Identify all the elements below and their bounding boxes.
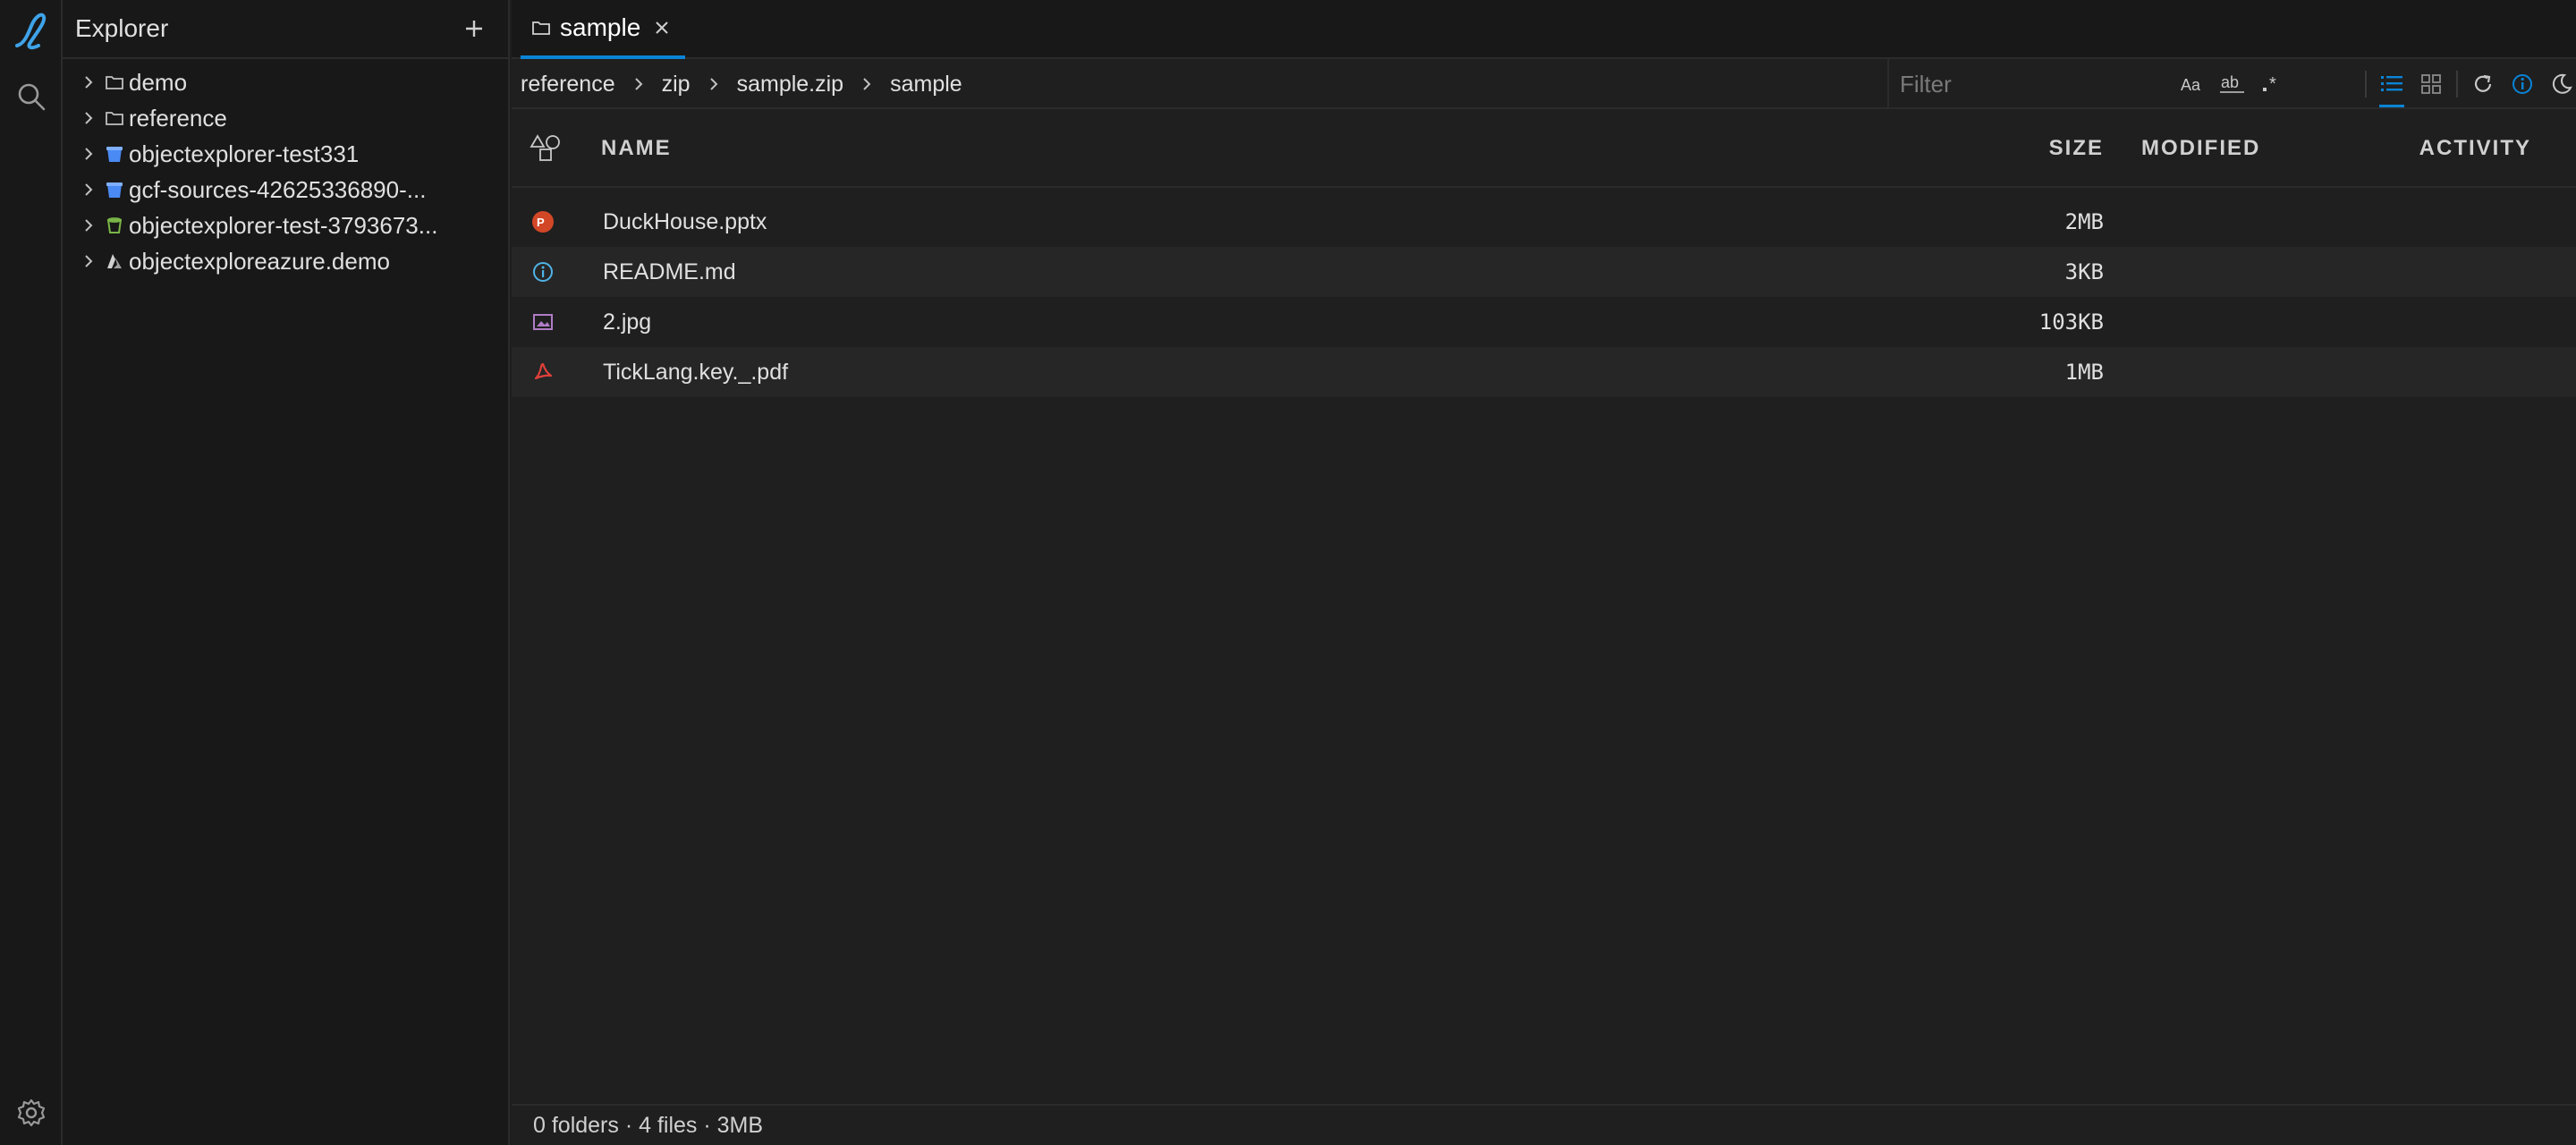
status-bar: 0 folders · 4 files · 3MB (512, 1104, 2576, 1145)
chevron-right-icon (628, 73, 649, 95)
settings-gear-icon[interactable] (0, 1084, 63, 1141)
list-view-icon[interactable] (2372, 64, 2411, 107)
view-options (2360, 59, 2576, 109)
gcs-bucket-icon (104, 143, 125, 165)
table-header: NAME SIZE MODIFIED ACTIVITY (512, 109, 2576, 188)
toolbar-divider (2456, 71, 2458, 98)
folder-icon (104, 107, 125, 129)
main-panel: sample reference zip sample.zip sample A… (512, 0, 2576, 1145)
tree-item-reference[interactable]: reference (63, 100, 508, 136)
regex-icon[interactable]: * (2252, 64, 2292, 104)
tab-sample[interactable]: sample (521, 0, 686, 59)
chevron-right-icon[interactable] (79, 251, 98, 271)
breadcrumb-item[interactable]: sample.zip (737, 72, 844, 98)
file-name: DuckHouse.pptx (603, 208, 767, 234)
column-header-name[interactable]: NAME (601, 109, 672, 188)
breadcrumb: reference zip sample.zip sample (521, 59, 962, 109)
chevron-right-icon (856, 73, 877, 95)
toolbar-divider (2365, 71, 2367, 98)
chevron-right-icon[interactable] (79, 72, 98, 92)
column-header-activity[interactable]: ACTIVITY (2211, 109, 2531, 188)
pdf-icon (530, 347, 556, 397)
table-row[interactable]: P DuckHouse.pptx 2MB (512, 197, 2576, 247)
chevron-right-icon (703, 73, 724, 95)
svg-text:*: * (2269, 74, 2276, 94)
s3-bucket-icon (104, 215, 125, 236)
info-icon[interactable] (2503, 64, 2542, 104)
column-header-modified[interactable]: MODIFIED (1819, 109, 2267, 188)
breadcrumb-item[interactable]: reference (521, 72, 615, 98)
tab-label: sample (560, 13, 641, 41)
tree-item-label: gcf-sources-42625336890-... (129, 175, 427, 203)
svg-text:ab: ab (2221, 73, 2239, 91)
filter-options: Aa ab * (2174, 59, 2292, 109)
file-name: TickLang.key._.pdf (603, 359, 789, 385)
folder-icon (104, 72, 125, 93)
gcs-bucket-icon (104, 179, 125, 200)
table-row[interactable]: TickLang.key._.pdf 1MB (512, 347, 2576, 397)
tree-item-demo[interactable]: demo (63, 64, 508, 100)
sidebar-header: Explorer (63, 0, 508, 59)
tree-item-label: demo (129, 68, 188, 96)
filter-box (1887, 59, 2150, 109)
explorer-tree: demo reference objectexplorer-test331 gc… (63, 59, 508, 279)
match-whole-word-icon[interactable]: ab (2213, 64, 2252, 104)
chevron-right-icon[interactable] (79, 180, 98, 199)
chevron-right-icon[interactable] (79, 144, 98, 164)
chevron-right-icon[interactable] (79, 216, 98, 235)
app-logo-icon[interactable] (0, 2, 63, 59)
tree-item-objectexploreazure[interactable]: objectexploreazure.demo (63, 243, 508, 279)
file-name: README.md (603, 259, 736, 284)
file-list: P DuckHouse.pptx 2MB README.md 3KB 2.jpg… (512, 188, 2576, 397)
sidebar-title: Explorer (75, 14, 169, 42)
refresh-icon[interactable] (2463, 64, 2503, 104)
filter-input[interactable] (1900, 70, 2150, 98)
file-name: 2.jpg (603, 309, 652, 335)
tree-item-objectexplorer-test331[interactable]: objectexplorer-test331 (63, 136, 508, 172)
breadcrumb-item[interactable]: zip (662, 72, 691, 98)
activity-bar (0, 0, 63, 1145)
breadcrumb-item[interactable]: sample (890, 72, 962, 98)
tree-item-label: objectexploreazure.demo (129, 247, 390, 275)
table-row[interactable]: README.md 3KB (512, 247, 2576, 297)
tree-item-objectexplorer-test[interactable]: objectexplorer-test-3793673... (63, 208, 508, 243)
image-icon (530, 297, 556, 347)
file-size: 103KB (2038, 310, 2104, 335)
info-icon (530, 247, 556, 297)
svg-text:Aa: Aa (2181, 76, 2201, 94)
file-size: 2MB (2064, 209, 2104, 234)
table-row[interactable]: 2.jpg 103KB (512, 297, 2576, 347)
search-icon[interactable] (0, 68, 63, 125)
tab-bar: sample (512, 0, 2576, 59)
azure-icon (104, 250, 125, 272)
theme-moon-icon[interactable] (2542, 64, 2576, 104)
tree-item-label: objectexplorer-test331 (129, 140, 360, 167)
chevron-right-icon[interactable] (79, 108, 98, 128)
file-size: 3KB (2064, 259, 2104, 284)
match-case-icon[interactable]: Aa (2174, 64, 2213, 104)
explorer-sidebar: Explorer demo reference objectexplorer-t… (63, 0, 510, 1145)
file-type-column-icon[interactable] (528, 109, 564, 188)
status-summary: 0 folders · 4 files · 3MB (533, 1112, 764, 1138)
tree-item-gcf-sources[interactable]: gcf-sources-42625336890-... (63, 172, 508, 208)
close-icon[interactable] (649, 15, 674, 40)
tree-item-label: objectexplorer-test-3793673... (129, 211, 438, 239)
pptx-icon: P (530, 197, 556, 247)
app-window: Explorer demo reference objectexplorer-t… (0, 0, 2576, 1145)
toolbar: reference zip sample.zip sample Aa ab * (512, 59, 2576, 109)
add-icon[interactable] (456, 11, 492, 47)
tree-item-label: reference (129, 104, 227, 131)
grid-view-icon[interactable] (2411, 64, 2451, 104)
file-size: 1MB (2064, 360, 2104, 385)
svg-text:P: P (537, 216, 545, 229)
folder-icon (531, 13, 551, 42)
